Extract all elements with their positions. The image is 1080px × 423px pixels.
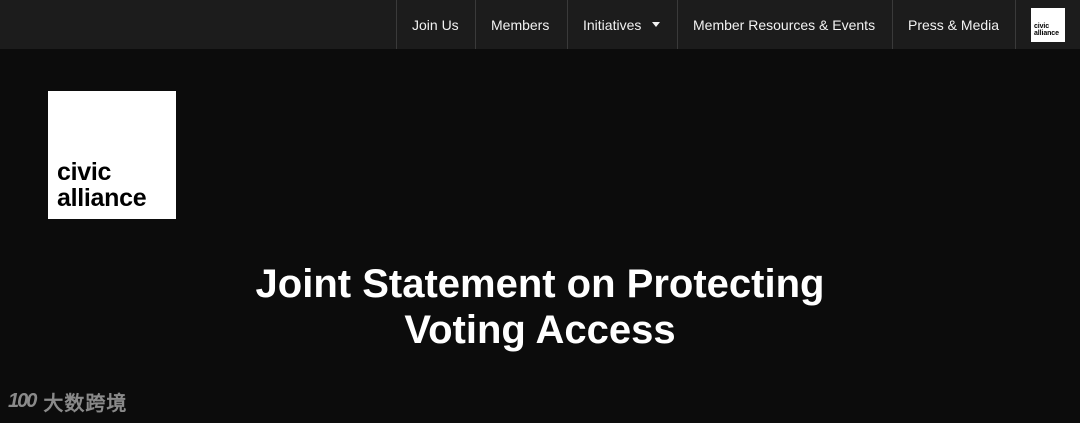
nav-logo-link[interactable]: civic alliance (1015, 0, 1080, 49)
nav-item-label: Member Resources & Events (693, 16, 876, 33)
nav-item-initiatives[interactable]: Initiatives (567, 0, 677, 49)
top-navigation-bar: Join Us Members Initiatives Member Resou… (0, 0, 1080, 49)
nav-item-label: Members (491, 16, 550, 33)
nav-item-label: Initiatives (583, 16, 642, 33)
nav-item-join-us[interactable]: Join Us (396, 0, 475, 49)
civic-alliance-logo[interactable]: civic alliance (48, 91, 176, 219)
nav-item-member-resources-events[interactable]: Member Resources & Events (677, 0, 892, 49)
main-nav: Join Us Members Initiatives Member Resou… (396, 0, 1080, 49)
watermark: 100 大数跨境 (8, 387, 127, 416)
page: Join Us Members Initiatives Member Resou… (0, 0, 1080, 423)
page-title: Joint Statement on Protecting Voting Acc… (140, 261, 940, 353)
page-title-line-2: Voting Access (404, 308, 676, 352)
logo-text-line-1: civic (1034, 22, 1050, 30)
nav-item-label: Join Us (412, 16, 459, 33)
watermark-text: 大数跨境 (43, 393, 128, 415)
nav-item-members[interactable]: Members (475, 0, 567, 49)
civic-alliance-logo-small: civic alliance (1031, 7, 1065, 42)
watermark-logo-icon: 100 (8, 390, 37, 412)
page-title-line-1: Joint Statement on Protecting (255, 262, 825, 306)
logo-text-line-2: alliance (57, 184, 147, 212)
logo-text-line-2: alliance (1034, 29, 1059, 37)
nav-item-label: Press & Media (908, 16, 1000, 33)
nav-item-press-media[interactable]: Press & Media (892, 0, 1015, 49)
logo-text-line-1: civic (57, 158, 112, 186)
caret-down-icon (652, 22, 661, 27)
